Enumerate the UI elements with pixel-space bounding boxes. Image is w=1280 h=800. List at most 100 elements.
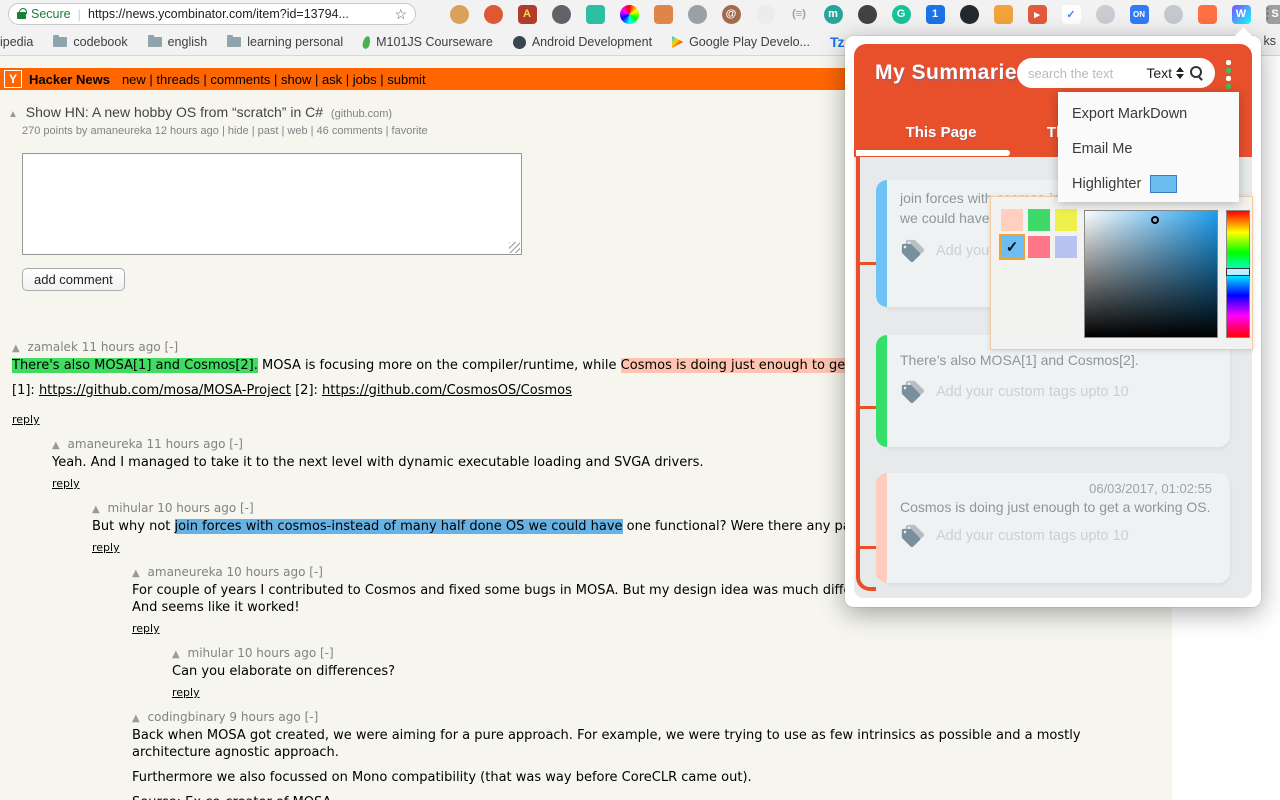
search-input[interactable]	[1028, 65, 1141, 81]
chrome-menu-icon[interactable]: ⋮	[1260, 4, 1275, 24]
search-type-selector[interactable]: Text	[1146, 65, 1184, 81]
at-circle-icon[interactable]: @	[718, 1, 744, 27]
hn-nav-new[interactable]: new	[122, 72, 146, 87]
upvote-arrow-icon[interactable]: ▲	[132, 568, 140, 579]
menu-item-email-me[interactable]: Email Me	[1058, 131, 1239, 166]
eyedropper-icon[interactable]	[582, 1, 608, 27]
comment-age[interactable]: 9 hours ago	[229, 710, 300, 724]
atom-icon[interactable]	[1160, 1, 1186, 27]
highlighter-swatch[interactable]	[1150, 174, 1178, 193]
collapse-toggle[interactable]: [-]	[240, 501, 254, 515]
reply-link[interactable]: reply	[92, 541, 120, 554]
color-wave-icon[interactable]: W	[1228, 1, 1254, 27]
pipe-wrench-icon[interactable]	[650, 1, 676, 27]
hn-nav-submit[interactable]: submit	[387, 72, 425, 87]
hn-nav-comments[interactable]: comments	[210, 72, 270, 87]
mosa-link[interactable]: https://github.com/mosa/MOSA-Project	[39, 383, 291, 398]
camera-icon[interactable]	[684, 1, 710, 27]
bookmark-star-icon[interactable]: ☆	[394, 6, 407, 23]
comment-age[interactable]: 10 hours ago	[227, 565, 306, 579]
red-book-icon[interactable]: A	[514, 1, 540, 27]
comment-author[interactable]: amaneureka	[148, 565, 223, 579]
collapse-toggle[interactable]: [-]	[320, 646, 334, 660]
mongo-m-icon[interactable]: m	[820, 1, 846, 27]
upvote-arrow-icon[interactable]: ▲	[8, 109, 18, 120]
upvote-arrow-icon[interactable]: ▲	[172, 649, 180, 660]
highlight-color-swatch-4[interactable]	[1028, 236, 1050, 258]
upvote-arrow-icon[interactable]: ▲	[52, 440, 60, 451]
url-text[interactable]: https://news.ycombinator.com/item?id=137…	[88, 7, 388, 21]
onetab-badge-icon[interactable]: 1	[922, 1, 948, 27]
tag-input-row[interactable]: Add your custom tags upto 10	[900, 380, 1129, 404]
cosmos-link[interactable]: https://github.com/CosmosOS/Cosmos	[322, 383, 572, 398]
highlight-color-swatch-1[interactable]	[1028, 209, 1050, 231]
hn-nav-jobs[interactable]: jobs	[353, 72, 377, 87]
reply-link[interactable]: reply	[12, 413, 40, 426]
dark-gear-icon[interactable]	[854, 1, 880, 27]
orange-ribbon-icon[interactable]	[1194, 1, 1220, 27]
story-domain[interactable]: (github.com)	[331, 108, 392, 120]
collapse-toggle[interactable]: [-]	[165, 340, 179, 354]
highlight-color-swatch-2[interactable]	[1055, 209, 1077, 231]
todo-check-icon[interactable]: ✓	[1058, 1, 1084, 27]
highlight-color-swatch-0[interactable]	[1001, 209, 1023, 231]
menu-item-export-markdown[interactable]: Export MarkDown	[1058, 96, 1239, 131]
hn-nav-threads[interactable]: threads	[156, 72, 199, 87]
summary-card-peach[interactable]: 06/03/2017, 01:02:55 Cosmos is doing jus…	[876, 473, 1230, 583]
gear-icon[interactable]	[548, 1, 574, 27]
hue-bar[interactable]	[1226, 210, 1250, 338]
bookmark-item[interactable]: Tz	[830, 34, 845, 50]
panda-icon[interactable]	[752, 1, 778, 27]
bookmark-item[interactable]: M101JS Courseware	[361, 34, 493, 50]
equals-badge-icon[interactable]: (≡)	[786, 1, 812, 27]
comment-author[interactable]: mihular	[188, 646, 234, 660]
popup-search-pill[interactable]: Text	[1017, 58, 1215, 88]
collapse-toggle[interactable]: [-]	[229, 437, 243, 451]
saturation-gradient[interactable]	[1084, 210, 1218, 338]
reply-link[interactable]: reply	[132, 622, 160, 635]
story-title[interactable]: Show HN: A new hobby OS from “scratch” i…	[26, 104, 323, 120]
upvote-arrow-icon[interactable]: ▲	[12, 343, 20, 354]
comment-author[interactable]: zamalek	[28, 340, 78, 354]
hn-brand[interactable]: Hacker News	[29, 72, 110, 87]
hn-nav-ask[interactable]: ask	[322, 72, 342, 87]
cookie-icon[interactable]	[446, 1, 472, 27]
tab-this-page[interactable]: This Page	[881, 124, 1001, 141]
story-subtext[interactable]: 270 points by amaneureka 12 hours ago | …	[22, 125, 428, 137]
comment-age[interactable]: 10 hours ago	[237, 646, 316, 660]
bookmark-item[interactable]: ipedia	[0, 35, 33, 49]
comment-author[interactable]: amaneureka	[68, 437, 143, 451]
flag-icon[interactable]: ▸	[1024, 1, 1050, 27]
bookmark-item[interactable]: english	[147, 35, 207, 49]
collapse-toggle[interactable]: [-]	[309, 565, 323, 579]
tag-input-row[interactable]: Add your custom tags upto 10	[900, 524, 1129, 548]
summary-card-green[interactable]: There’s also MOSA[1] and Cosmos[2]. Add …	[876, 335, 1230, 447]
color-wheel-icon[interactable]	[616, 1, 642, 27]
grammarly-icon[interactable]: G	[888, 1, 914, 27]
popup-menu-icon[interactable]	[1226, 60, 1231, 89]
on-badge-icon[interactable]: ON	[1126, 1, 1152, 27]
bookmark-item[interactable]: Google Play Develo...	[672, 35, 810, 49]
bookmark-item[interactable]: learning personal	[227, 35, 343, 49]
duckduckgo-icon[interactable]	[480, 1, 506, 27]
gradient-marker[interactable]	[1151, 216, 1159, 225]
hootsuite-icon[interactable]	[990, 1, 1016, 27]
tag-placeholder[interactable]: Add your custom tags upto 10	[936, 384, 1129, 400]
comment-author[interactable]: codingbinary	[148, 710, 226, 724]
highlight-color-swatch-5[interactable]	[1055, 236, 1077, 258]
hn-nav-show[interactable]: show	[281, 72, 311, 87]
github-icon[interactable]	[956, 1, 982, 27]
comment-age[interactable]: 11 hours ago	[82, 340, 161, 354]
address-bar[interactable]: Secure | https://news.ycombinator.com/it…	[8, 3, 416, 25]
upvote-arrow-icon[interactable]: ▲	[92, 504, 100, 515]
upvote-arrow-icon[interactable]: ▲	[132, 713, 140, 724]
comment-textarea[interactable]	[22, 153, 522, 255]
hn-logo[interactable]: Y	[4, 70, 22, 88]
comment-age[interactable]: 10 hours ago	[157, 501, 236, 515]
reply-link[interactable]: reply	[172, 686, 200, 699]
bookmark-item[interactable]: codebook	[53, 35, 128, 49]
comment-age[interactable]: 11 hours ago	[147, 437, 226, 451]
textarea-resize-grip[interactable]	[509, 242, 520, 253]
reply-link[interactable]: reply	[52, 477, 80, 490]
menu-item-highlighter[interactable]: Highlighter	[1058, 166, 1239, 201]
